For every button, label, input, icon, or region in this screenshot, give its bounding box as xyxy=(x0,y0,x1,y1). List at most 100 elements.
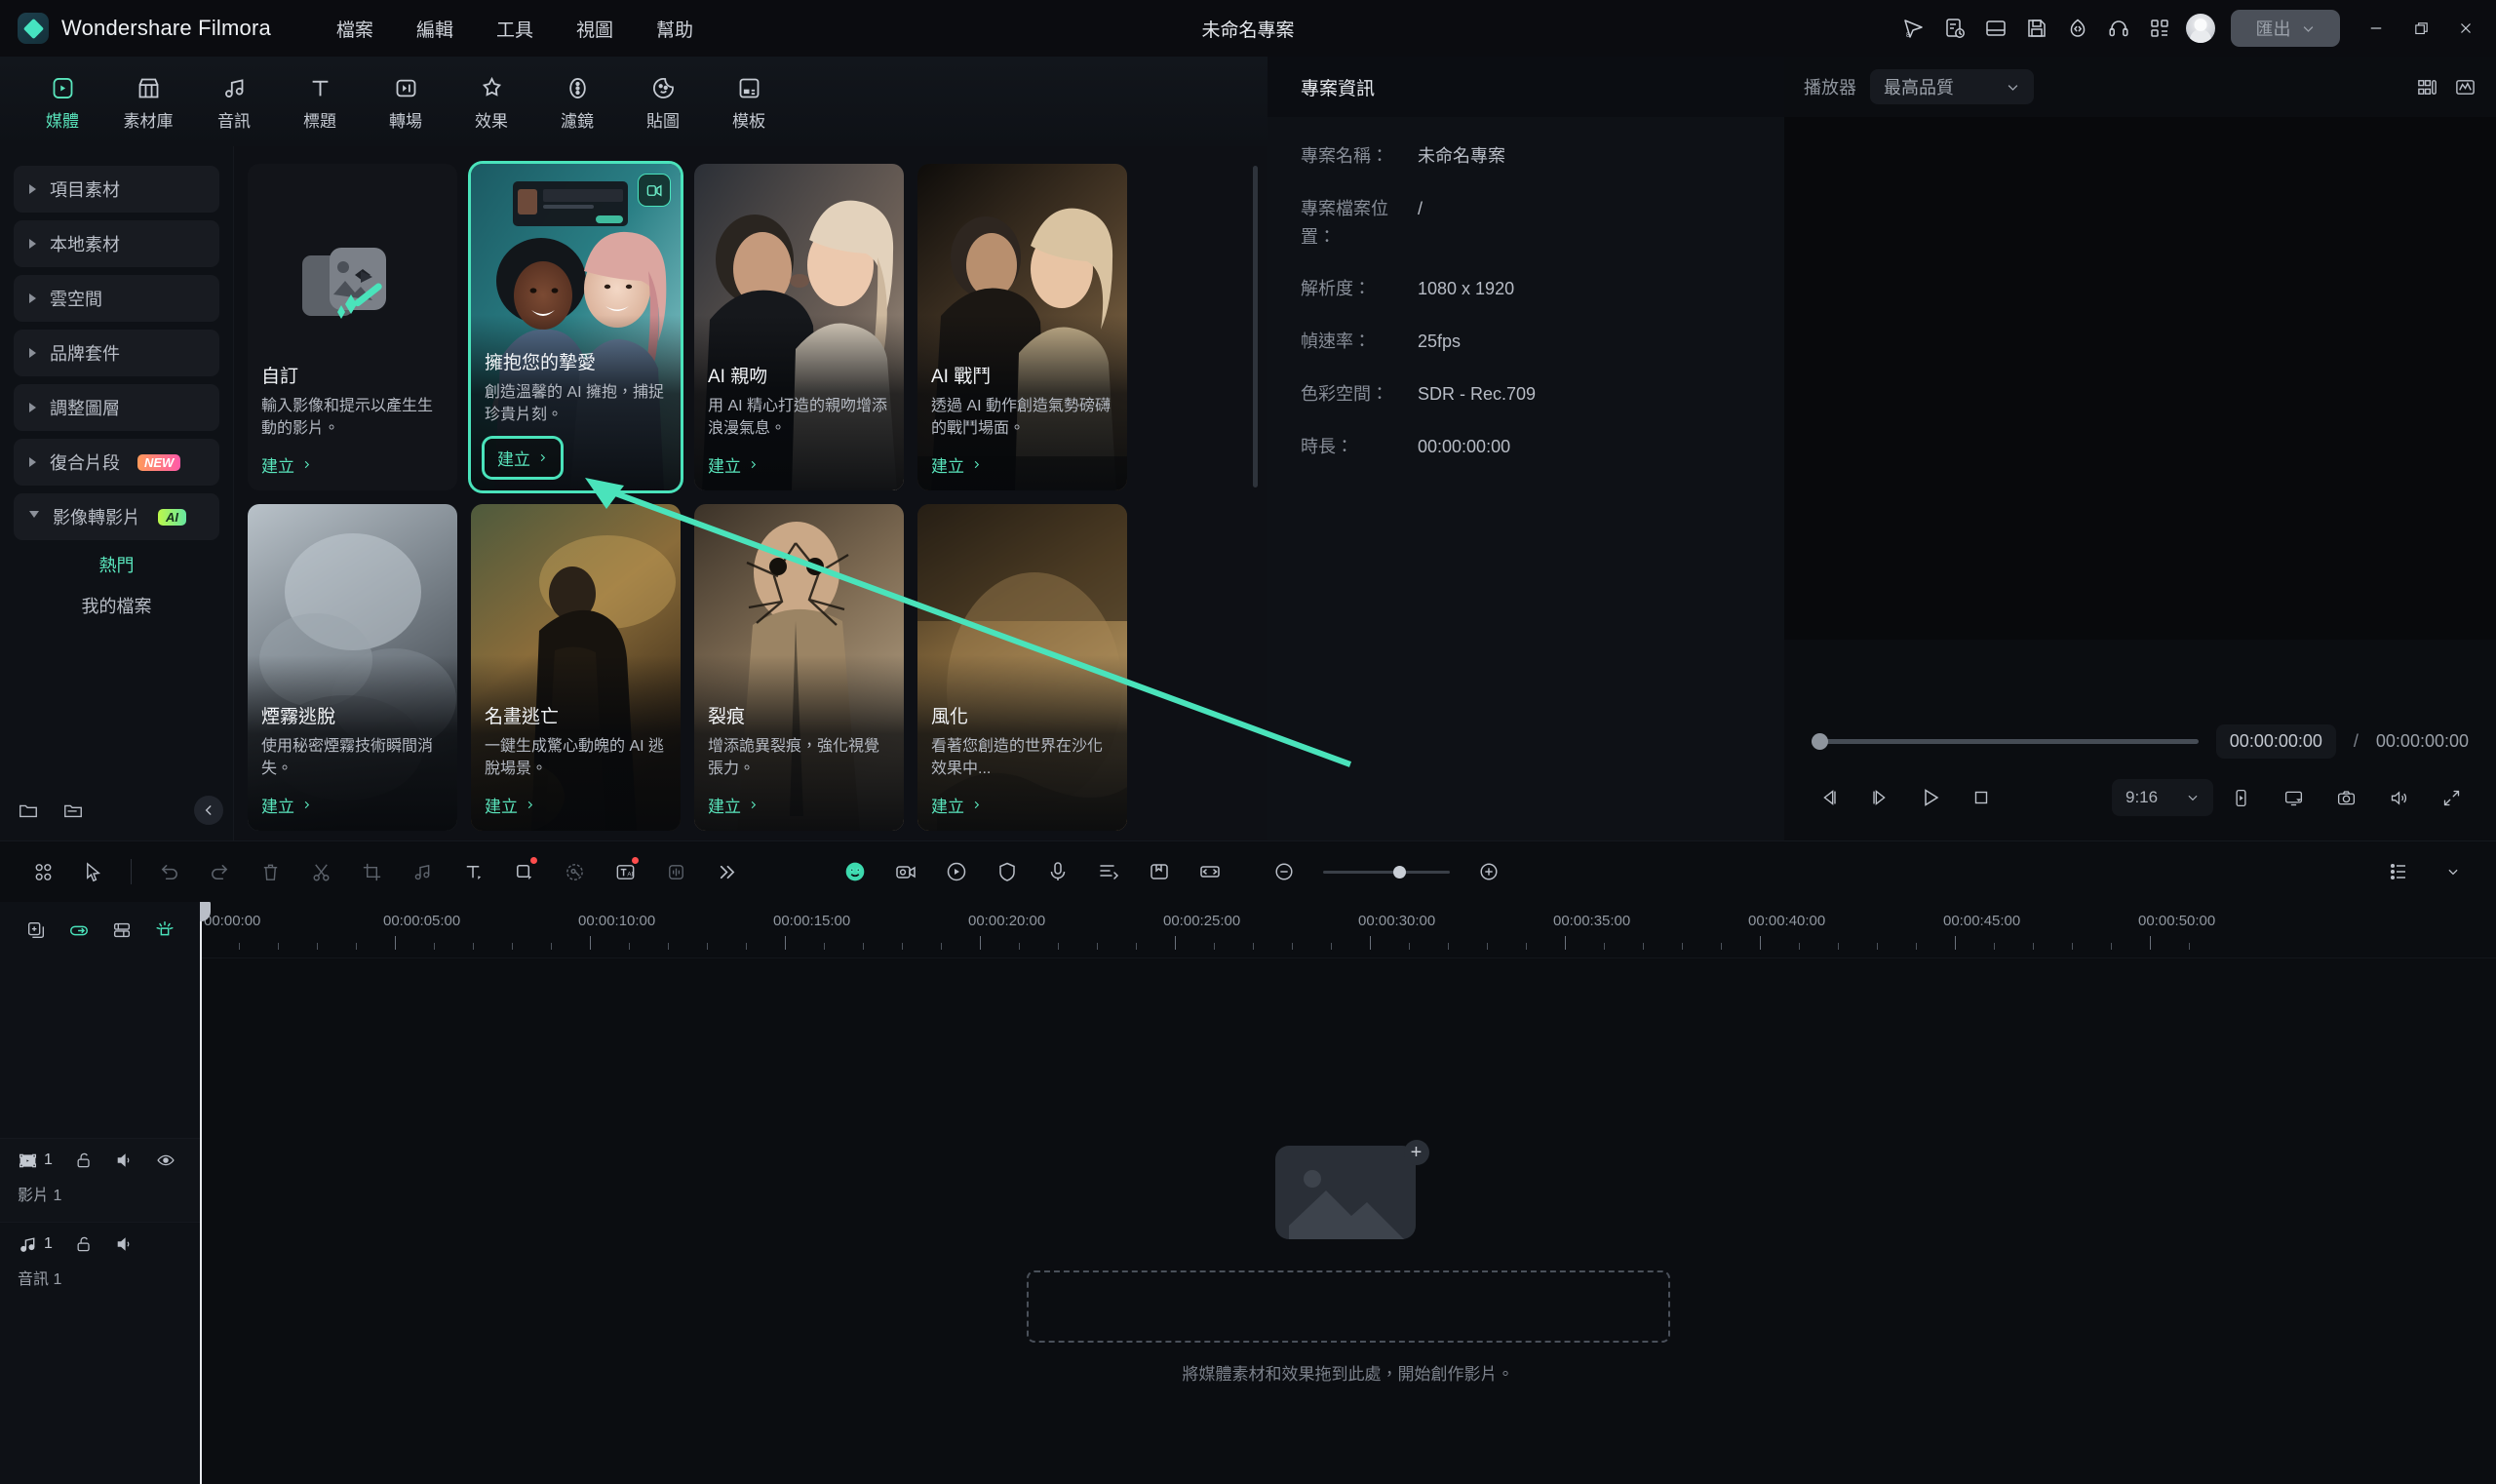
sidebar-item-compound-clip[interactable]: 復合片段 NEW xyxy=(14,439,219,486)
drop-zone-dashed-area[interactable] xyxy=(1026,1270,1670,1343)
timeline-zoom-slider[interactable] xyxy=(1323,865,1450,879)
mute-icon[interactable] xyxy=(115,1151,135,1170)
waveform-scope-icon[interactable] xyxy=(2454,76,2476,98)
tab-audio[interactable]: 音訊 xyxy=(191,71,277,132)
card-custom-create-button[interactable]: 建立 xyxy=(261,452,446,477)
split-scissors-icon[interactable] xyxy=(295,849,346,894)
view-options-chevron-icon[interactable] xyxy=(2428,849,2478,894)
card-weathering-create-button[interactable]: 建立 xyxy=(931,793,1115,817)
tab-transitions[interactable]: 轉場 xyxy=(363,71,448,132)
redo-icon[interactable] xyxy=(194,849,245,894)
snapshot-grid-icon[interactable] xyxy=(2416,76,2438,98)
audio-detach-icon[interactable] xyxy=(397,849,448,894)
menu-help[interactable]: 幫助 xyxy=(635,10,715,48)
track-manager-icon[interactable] xyxy=(111,919,133,941)
list-view-icon[interactable] xyxy=(2373,849,2424,894)
sidebar-item-image-to-video[interactable]: 影像轉影片 AI xyxy=(14,493,219,540)
card-ai-kiss[interactable]: AI 親吻 用 AI 精心打造的親吻增添浪漫氣息。 建立 xyxy=(694,164,904,490)
snapshot-camera-icon[interactable] xyxy=(2322,776,2369,819)
crop-icon[interactable] xyxy=(346,849,397,894)
unlock-icon[interactable] xyxy=(74,1234,94,1254)
timeline-playhead[interactable] xyxy=(200,902,211,1484)
card-crack[interactable]: 裂痕 增添詭異裂痕，強化視覺張力。 建立 xyxy=(694,504,904,831)
mute-icon[interactable] xyxy=(115,1234,135,1254)
card-painting-escape[interactable]: 名畫逃亡 一鍵生成驚心動魄的 AI 逃脫場景。 建立 xyxy=(471,504,681,831)
tab-effects[interactable]: 效果 xyxy=(448,71,534,132)
device-preview-icon[interactable] xyxy=(2217,776,2264,819)
tab-stickers[interactable]: 貼圖 xyxy=(620,71,706,132)
voiceover-mic-icon[interactable] xyxy=(1033,849,1083,894)
track-header-video[interactable]: 1 影片 1 xyxy=(0,1137,200,1222)
card-hug-your-loved-one[interactable]: 擁抱您的摯愛 創造溫馨的 AI 擁抱，捕捉珍貴片刻。 建立 xyxy=(471,164,681,490)
export-button[interactable]: 匯出 xyxy=(2231,10,2340,47)
window-minimize-button[interactable] xyxy=(2354,6,2398,51)
duplicate-track-icon[interactable] xyxy=(25,919,47,941)
tab-titles[interactable]: 標題 xyxy=(277,71,363,132)
timeline-zoom-handle[interactable] xyxy=(1393,865,1406,879)
track-header-audio[interactable]: 1 音訊 1 xyxy=(0,1221,200,1306)
card-smoke-escape[interactable]: 煙霧逃脫 使用秘密煙霧技術瞬間消失。 建立 xyxy=(248,504,457,831)
auto-highlight-icon[interactable] xyxy=(154,919,176,941)
media-grid-scrollbar[interactable] xyxy=(1253,166,1258,488)
send-icon[interactable]: 8 xyxy=(1893,8,1934,49)
fit-timeline-icon[interactable] xyxy=(1185,849,1235,894)
sidebar-subitem-my-files[interactable]: 我的檔案 xyxy=(0,585,233,626)
zoom-in-icon[interactable] xyxy=(1463,849,1514,894)
timeline-track-area[interactable]: 00:00:00 00:00:05:00 00:00:10:00 00:00:1… xyxy=(200,902,2496,1484)
player-seek-handle[interactable] xyxy=(1812,733,1828,750)
menu-tools[interactable]: 工具 xyxy=(475,10,555,48)
sidebar-subitem-popular[interactable]: 熱門 xyxy=(0,544,233,585)
zoom-out-icon[interactable] xyxy=(1259,849,1309,894)
eye-icon[interactable] xyxy=(156,1151,176,1170)
card-ai-fight-create-button[interactable]: 建立 xyxy=(931,452,1115,477)
card-crack-create-button[interactable]: 建立 xyxy=(708,793,892,817)
link-clips-icon[interactable] xyxy=(68,919,90,941)
undo-icon[interactable] xyxy=(143,849,194,894)
tab-filters[interactable]: 濾鏡 xyxy=(534,71,620,132)
prev-frame-icon[interactable] xyxy=(1806,776,1852,819)
marker-icon[interactable] xyxy=(1134,849,1185,894)
player-quality-select[interactable]: 最高品質 xyxy=(1870,69,2034,104)
card-custom[interactable]: 自訂 輸入影像和提示以產生生動的影片。 建立 xyxy=(248,164,457,490)
user-avatar[interactable] xyxy=(2186,14,2215,43)
window-restore-button[interactable] xyxy=(2398,6,2443,51)
open-folder-icon[interactable] xyxy=(62,800,84,821)
cloud-code-icon[interactable] xyxy=(2057,8,2098,49)
card-ai-fight[interactable]: AI 戰鬥 透過 AI 動作創造氣勢磅礴的戰鬥場面。 建立 xyxy=(917,164,1127,490)
select-cursor-icon[interactable] xyxy=(68,849,119,894)
layout-icon[interactable] xyxy=(1975,8,2016,49)
new-folder-icon[interactable] xyxy=(18,800,39,821)
ai-text-icon[interactable]: AI xyxy=(600,849,650,894)
sidebar-item-brand-kit[interactable]: 品牌套件 xyxy=(14,330,219,376)
window-close-button[interactable] xyxy=(2443,6,2488,51)
sidebar-item-adjustment-layer[interactable]: 調整圖層 xyxy=(14,384,219,431)
menu-file[interactable]: 檔案 xyxy=(315,10,395,48)
delete-trash-icon[interactable] xyxy=(245,849,295,894)
aspect-ratio-select[interactable]: 9:16 xyxy=(2112,779,2213,816)
unlock-icon[interactable] xyxy=(74,1151,94,1170)
cast-screen-icon[interactable] xyxy=(2270,776,2317,819)
stop-icon[interactable] xyxy=(1958,776,2005,819)
add-shape-icon[interactable] xyxy=(498,849,549,894)
card-ai-kiss-create-button[interactable]: 建立 xyxy=(708,452,892,477)
card-painting-escape-create-button[interactable]: 建立 xyxy=(485,793,669,817)
grid-apps-icon[interactable] xyxy=(2139,8,2180,49)
player-preview-stage[interactable] xyxy=(1784,117,2496,640)
menu-edit[interactable]: 編輯 xyxy=(395,10,475,48)
next-frame-icon[interactable] xyxy=(1856,776,1903,819)
auto-caption-icon[interactable] xyxy=(1083,849,1134,894)
headset-support-icon[interactable] xyxy=(2098,8,2139,49)
save-icon[interactable] xyxy=(2016,8,2057,49)
sidebar-item-project-media[interactable]: 項目素材 xyxy=(14,166,219,213)
tab-templates[interactable]: 模板 xyxy=(706,71,792,132)
menu-view[interactable]: 視圖 xyxy=(555,10,635,48)
card-hug-create-button[interactable]: 建立 xyxy=(485,439,561,477)
card-smoke-escape-create-button[interactable]: 建立 xyxy=(261,793,446,817)
keyframe-icon[interactable] xyxy=(549,849,600,894)
record-camera-icon[interactable] xyxy=(880,849,931,894)
tab-stock-library[interactable]: 素材庫 xyxy=(105,71,191,132)
play-icon[interactable] xyxy=(1907,776,1954,819)
green-screen-icon[interactable] xyxy=(830,849,880,894)
notes-clock-icon[interactable] xyxy=(1934,8,1975,49)
screen-record-icon[interactable] xyxy=(931,849,982,894)
